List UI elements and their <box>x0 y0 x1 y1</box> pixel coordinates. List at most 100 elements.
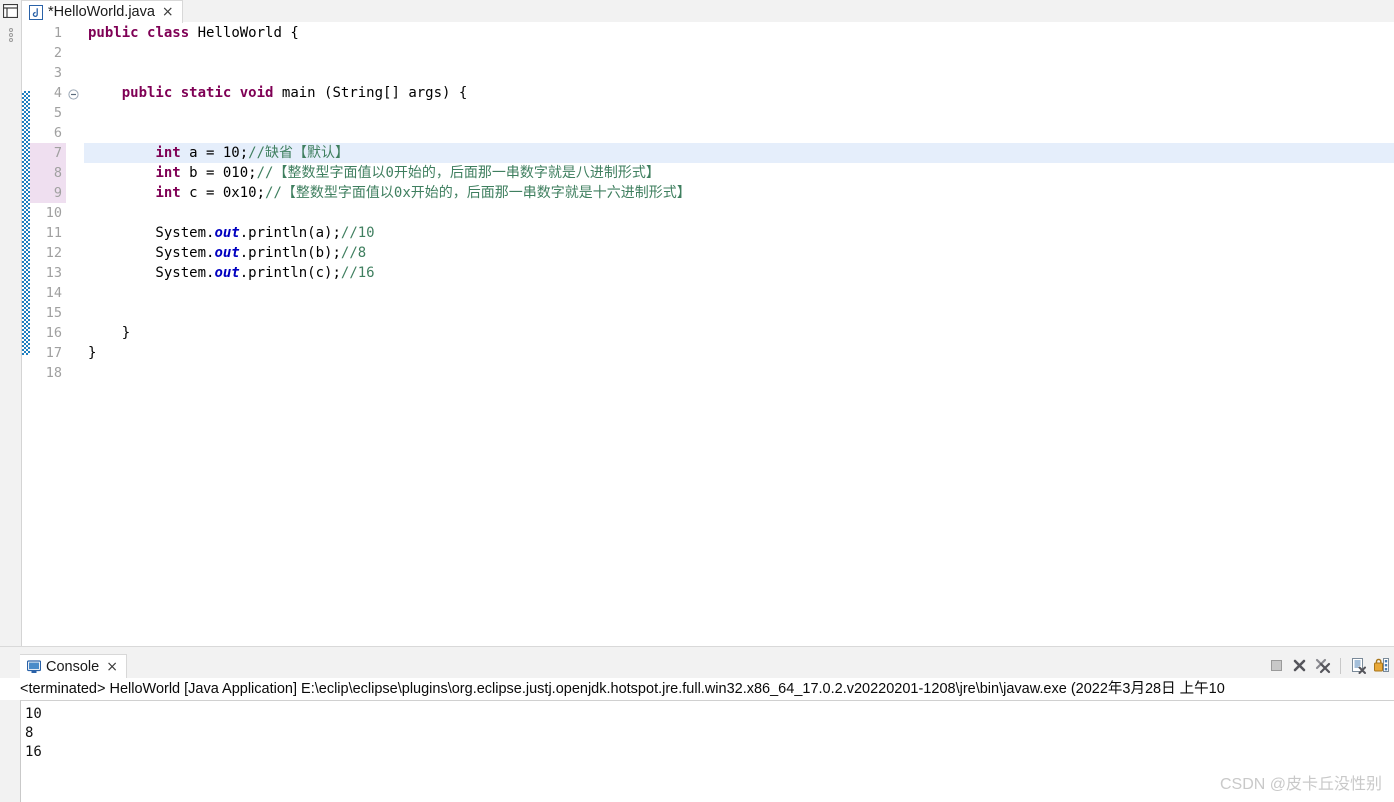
close-icon[interactable]: × <box>106 660 118 674</box>
line-number: 18 <box>45 365 62 381</box>
code-pane[interactable]: 1 2 3 4 5 6 7 8 9 10 11 12 13 14 15 16 17 18 public class… <box>22 23 1394 626</box>
code-token: //16 <box>340 265 375 281</box>
code-line[interactable] <box>84 103 1394 123</box>
console-tab-label: Console <box>46 658 100 675</box>
code-line[interactable]: } <box>84 323 1394 343</box>
csdn-watermark: CSDN @皮卡丘没性别 <box>1219 776 1382 793</box>
code-token: public <box>88 25 139 41</box>
code-token: int <box>155 165 181 181</box>
remove-all-terminated-icon[interactable] <box>1314 657 1331 674</box>
code-line[interactable] <box>84 303 1394 323</box>
console-output-line: 16 <box>25 744 42 760</box>
code-token: int <box>155 145 181 161</box>
code-token: b = 010; <box>180 165 257 181</box>
code-line[interactable] <box>84 203 1394 223</box>
code-text-body[interactable]: public class HelloWorld { public static … <box>84 23 1394 626</box>
code-token: HelloWorld { <box>189 25 299 41</box>
line-number: 5 <box>53 105 62 121</box>
line-number: 10 <box>45 205 62 221</box>
code-token: System. <box>88 245 215 261</box>
line-number: 6 <box>53 125 62 141</box>
console-panel: Console × <terminated> HelloWorld [Java … <box>0 654 1394 802</box>
code-token: //【整数型字面值以0开始的，后面那一串数字就是八进制形式】 <box>256 165 660 181</box>
line-number: 16 <box>45 325 62 341</box>
code-line[interactable] <box>84 123 1394 143</box>
console-left-gutter <box>0 700 20 802</box>
line-number: 7 <box>30 143 66 163</box>
code-line[interactable] <box>84 283 1394 303</box>
code-line[interactable] <box>84 43 1394 63</box>
code-line[interactable]: public static void main (String[] args) … <box>84 83 1394 103</box>
fold-collapse-icon[interactable] <box>68 87 79 100</box>
close-icon[interactable]: × <box>162 5 174 19</box>
code-token: //10 <box>340 225 375 241</box>
editor-console-sash[interactable] <box>0 646 1394 654</box>
line-number: 13 <box>45 265 62 281</box>
editor-tab-label: *HelloWorld.java <box>48 4 155 20</box>
drag-handle-icon[interactable] <box>8 28 13 42</box>
line-number: 1 <box>53 25 62 41</box>
terminate-x-icon[interactable] <box>1291 657 1308 674</box>
code-token: .println(b); <box>239 245 341 261</box>
code-line[interactable]: int a = 10;//缺省【默认】 <box>84 143 1394 163</box>
eclipse-ide-window: *HelloWorld.java × 1 2 3 4 5 6 7 8 9 10 11 12 13 14 15… <box>0 0 1394 802</box>
ruler-separator <box>82 23 83 626</box>
code-line[interactable] <box>84 63 1394 83</box>
console-tab[interactable]: Console × <box>20 654 127 678</box>
code-token: //8 <box>340 245 367 261</box>
code-line[interactable]: System.out.println(b);//8 <box>84 243 1394 263</box>
code-token: //【整数型字面值以0x开始的，后面那一串数字就是十六进制形式】 <box>265 185 691 201</box>
line-number: 11 <box>45 225 62 241</box>
console-icon <box>27 659 41 673</box>
line-number: 15 <box>45 305 62 321</box>
console-toolbar <box>1268 657 1390 674</box>
code-line[interactable] <box>84 363 1394 383</box>
code-token: a = 10; <box>180 145 249 161</box>
code-token: static <box>180 85 232 101</box>
code-line[interactable]: int c = 0x10;//【整数型字面值以0x开始的，后面那一串数字就是十六… <box>84 183 1394 203</box>
line-number-ruler: 1 2 3 4 5 6 7 8 9 10 11 12 13 14 15 16 17 18 <box>30 23 66 626</box>
code-token: //缺省【默认】 <box>248 145 350 161</box>
code-token: main (String[] args) { <box>273 85 468 101</box>
code-line[interactable]: public class HelloWorld { <box>84 23 1394 43</box>
code-token: out <box>214 245 240 261</box>
editor-tab-strip: *HelloWorld.java × <box>22 0 1394 23</box>
editor-area: *HelloWorld.java × 1 2 3 4 5 6 7 8 9 10 11 12 13 14 15… <box>22 0 1394 646</box>
console-tab-strip: Console × <box>0 654 1394 678</box>
line-number: 2 <box>53 45 62 61</box>
java-file-icon <box>29 4 43 20</box>
editor-tab-helloworld[interactable]: *HelloWorld.java × <box>22 0 183 23</box>
code-token: .println(a); <box>239 225 341 241</box>
folding-ruler[interactable] <box>66 23 82 626</box>
line-number: 17 <box>45 345 62 361</box>
left-view-rail <box>0 0 22 646</box>
code-token: .println(c); <box>239 265 341 281</box>
code-token: void <box>239 85 274 101</box>
console-output-line: 10 <box>25 706 42 722</box>
line-number: 9 <box>30 183 66 203</box>
console-output-line: 8 <box>25 725 34 741</box>
line-number: 8 <box>30 163 66 183</box>
restore-view-icon[interactable] <box>3 4 18 18</box>
code-line[interactable]: int b = 010;//【整数型字面值以0开始的，后面那一串数字就是八进制形… <box>84 163 1394 183</box>
code-token: class <box>147 25 190 41</box>
code-token: } <box>88 325 131 341</box>
code-line[interactable]: } <box>84 343 1394 363</box>
console-output[interactable]: 10 8 16 <box>20 700 1394 802</box>
code-token: } <box>88 345 97 361</box>
code-token: out <box>214 225 240 241</box>
lock-pin-icon[interactable] <box>1373 657 1390 674</box>
stop-square-icon[interactable] <box>1268 657 1285 674</box>
clear-console-icon[interactable] <box>1350 657 1367 674</box>
code-token: System. <box>88 225 215 241</box>
code-line[interactable]: System.out.println(c);//16 <box>84 263 1394 283</box>
console-launch-status: <terminated> HelloWorld [Java Applicatio… <box>0 678 1394 700</box>
line-number: 14 <box>45 285 62 301</box>
code-line[interactable]: System.out.println(a);//10 <box>84 223 1394 243</box>
